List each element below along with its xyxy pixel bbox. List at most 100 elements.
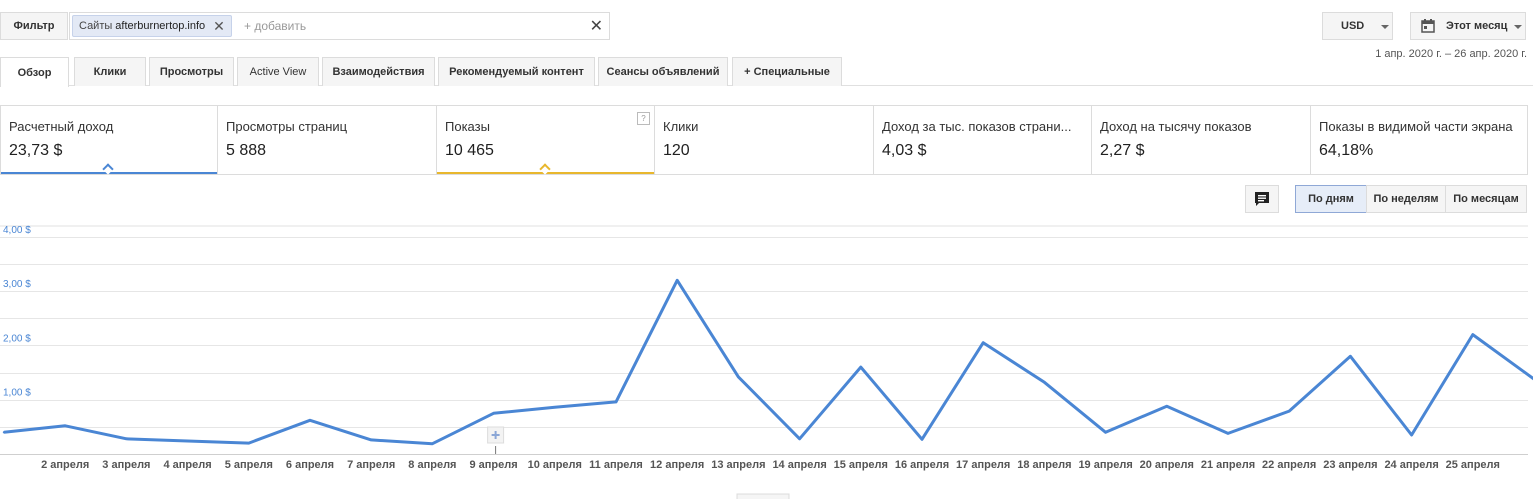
- comment-button[interactable]: [1245, 185, 1279, 213]
- metric-card-page-views[interactable]: Просмотры страниц 5 888: [218, 106, 437, 174]
- chevron-down-icon: [1381, 25, 1389, 29]
- filter-chip-value: afterburnertop.info: [115, 20, 206, 32]
- x-tick-label: 6 апреля: [286, 459, 334, 471]
- filter-chip-label: Сайты: [79, 20, 113, 32]
- data-point: [737, 375, 740, 379]
- x-tick-label: 23 апреля: [1323, 459, 1377, 471]
- x-tick-label: 4 апреля: [164, 459, 212, 471]
- tab-ad-sessions[interactable]: Сеансы объявлений: [598, 57, 728, 86]
- metric-cards: Расчетный доход 23,73 $ Просмотры страни…: [0, 105, 1528, 175]
- x-tick-label: 14 апреля: [772, 459, 826, 471]
- x-tick-label: 11 апреля: [589, 459, 643, 471]
- data-point: [920, 438, 924, 441]
- x-tick-label: 3 апреля: [102, 459, 150, 471]
- data-point: [1165, 405, 1169, 408]
- y-tick-label: 1,00 $: [3, 388, 31, 399]
- data-point: [492, 412, 495, 415]
- data-point: [431, 442, 434, 445]
- tab-clicks[interactable]: Клики: [74, 57, 146, 86]
- x-tick-label: 12 апреля: [650, 459, 704, 471]
- metric-title: Просмотры страниц: [226, 119, 348, 134]
- calendar-icon: [1421, 19, 1435, 33]
- data-point: [1349, 355, 1352, 358]
- data-point: [1104, 431, 1107, 434]
- tab-interactions[interactable]: Взаимодействия: [322, 57, 435, 86]
- x-tick-label: 10 апреля: [528, 459, 582, 471]
- chart-footer-handle: [736, 493, 790, 499]
- date-range-label: 1 апр. 2020 г. – 26 апр. 2020 г.: [1375, 48, 1527, 60]
- granularity-weekly[interactable]: По неделям: [1366, 185, 1446, 213]
- add-filter-placeholder[interactable]: + добавить: [244, 19, 306, 33]
- metric-value: 64,18%: [1319, 142, 1374, 159]
- metric-title: Доход за тыс. показов страни...: [882, 119, 1072, 134]
- x-tick-label: 9 апреля: [470, 459, 518, 471]
- metric-value: 5 888: [226, 142, 267, 159]
- x-tick-label: 20 апреля: [1140, 459, 1194, 471]
- metric-card-estimated-revenue[interactable]: Расчетный доход 23,73 $: [1, 106, 218, 175]
- close-icon[interactable]: ✕: [213, 19, 225, 33]
- metric-value: 2,27 $: [1100, 142, 1145, 159]
- granularity-daily[interactable]: По дням: [1295, 185, 1367, 213]
- tab-recommended-content[interactable]: Рекомендуемый контент: [438, 57, 595, 86]
- currency-value: USD: [1341, 20, 1365, 32]
- metric-title: Показы в видимой части экрана: [1319, 119, 1513, 134]
- metric-card-clicks[interactable]: Клики 120: [655, 106, 874, 174]
- x-tick-label: 13 апреля: [711, 459, 765, 471]
- x-tick-label: 18 апреля: [1017, 459, 1071, 471]
- tab-active-view[interactable]: Active View: [237, 57, 319, 86]
- metric-card-impression-rpm[interactable]: Доход на тысячу показов 2,27 $: [1092, 106, 1311, 174]
- x-tick-label: 21 апреля: [1201, 459, 1255, 471]
- data-point: [676, 279, 679, 282]
- series-line: [3, 278, 1533, 446]
- x-tick-label: 19 апреля: [1078, 459, 1132, 471]
- metric-value: 23,73 $: [9, 142, 63, 159]
- metric-title: Расчетный доход: [9, 119, 114, 134]
- y-tick-label: 4,00 $: [3, 225, 31, 236]
- data-point: [247, 441, 250, 445]
- tab-views[interactable]: Просмотры: [149, 57, 234, 86]
- metric-value: 4,03 $: [882, 142, 927, 159]
- metric-title: Показы: [445, 119, 490, 134]
- data-point: [859, 365, 862, 369]
- data-point: [308, 419, 312, 422]
- data-point: [63, 424, 67, 427]
- revenue-line-chart: 4,00 $ 3,00 $ 2,00 $ 1,00 $ 2 апреля 3 апреля…: [0, 225, 1533, 499]
- data-point: [1288, 409, 1291, 413]
- comment-icon: [1255, 192, 1269, 206]
- close-icon[interactable]: ✕: [590, 16, 603, 36]
- chevron-down-icon: [1514, 25, 1522, 29]
- currency-select[interactable]: USD: [1322, 12, 1393, 40]
- data-point: [1043, 381, 1046, 384]
- filter-input-box[interactable]: Сайты afterburnertop.info ✕ + добавить ✕: [69, 12, 610, 40]
- metric-card-page-rpm[interactable]: Доход за тыс. показов страни... 4,03 $: [874, 106, 1092, 174]
- x-tick-label: 15 апреля: [834, 459, 888, 471]
- x-tick-label: 5 апреля: [225, 459, 273, 471]
- data-point: [982, 341, 985, 344]
- granularity-monthly[interactable]: По месяцам: [1445, 185, 1527, 213]
- x-tick-label: 22 апреля: [1262, 459, 1316, 471]
- data-point: [614, 400, 618, 404]
- data-point: [1471, 333, 1475, 336]
- x-tick-label: 16 апреля: [895, 459, 949, 471]
- x-tick-label: 7 апреля: [347, 459, 395, 471]
- metric-title: Доход на тысячу показов: [1100, 119, 1252, 134]
- tab-overview[interactable]: Обзор: [0, 57, 69, 87]
- data-point: [370, 438, 373, 442]
- data-point: [125, 437, 128, 440]
- y-tick-label: 3,00 $: [3, 279, 31, 290]
- x-tick-label: 25 апреля: [1446, 459, 1500, 471]
- filter-chip-sites[interactable]: Сайты afterburnertop.info ✕: [72, 15, 232, 37]
- data-point: [186, 439, 189, 443]
- metric-card-viewability[interactable]: Показы в видимой части экрана 64,18%: [1311, 106, 1527, 174]
- data-point: [553, 406, 556, 409]
- data-point: [1410, 433, 1413, 437]
- period-select[interactable]: Этот месяц: [1410, 12, 1526, 40]
- help-icon[interactable]: ?: [637, 112, 650, 125]
- x-tick-label: 17 апреля: [956, 459, 1010, 471]
- x-tick-label: 24 апреля: [1384, 459, 1438, 471]
- period-value: Этот месяц: [1446, 20, 1508, 32]
- data-point: [1226, 432, 1230, 435]
- metric-card-impressions[interactable]: Показы 10 465 ?: [437, 106, 655, 175]
- tab-custom[interactable]: + Специальные: [732, 57, 842, 86]
- filter-button[interactable]: Фильтр: [0, 12, 68, 40]
